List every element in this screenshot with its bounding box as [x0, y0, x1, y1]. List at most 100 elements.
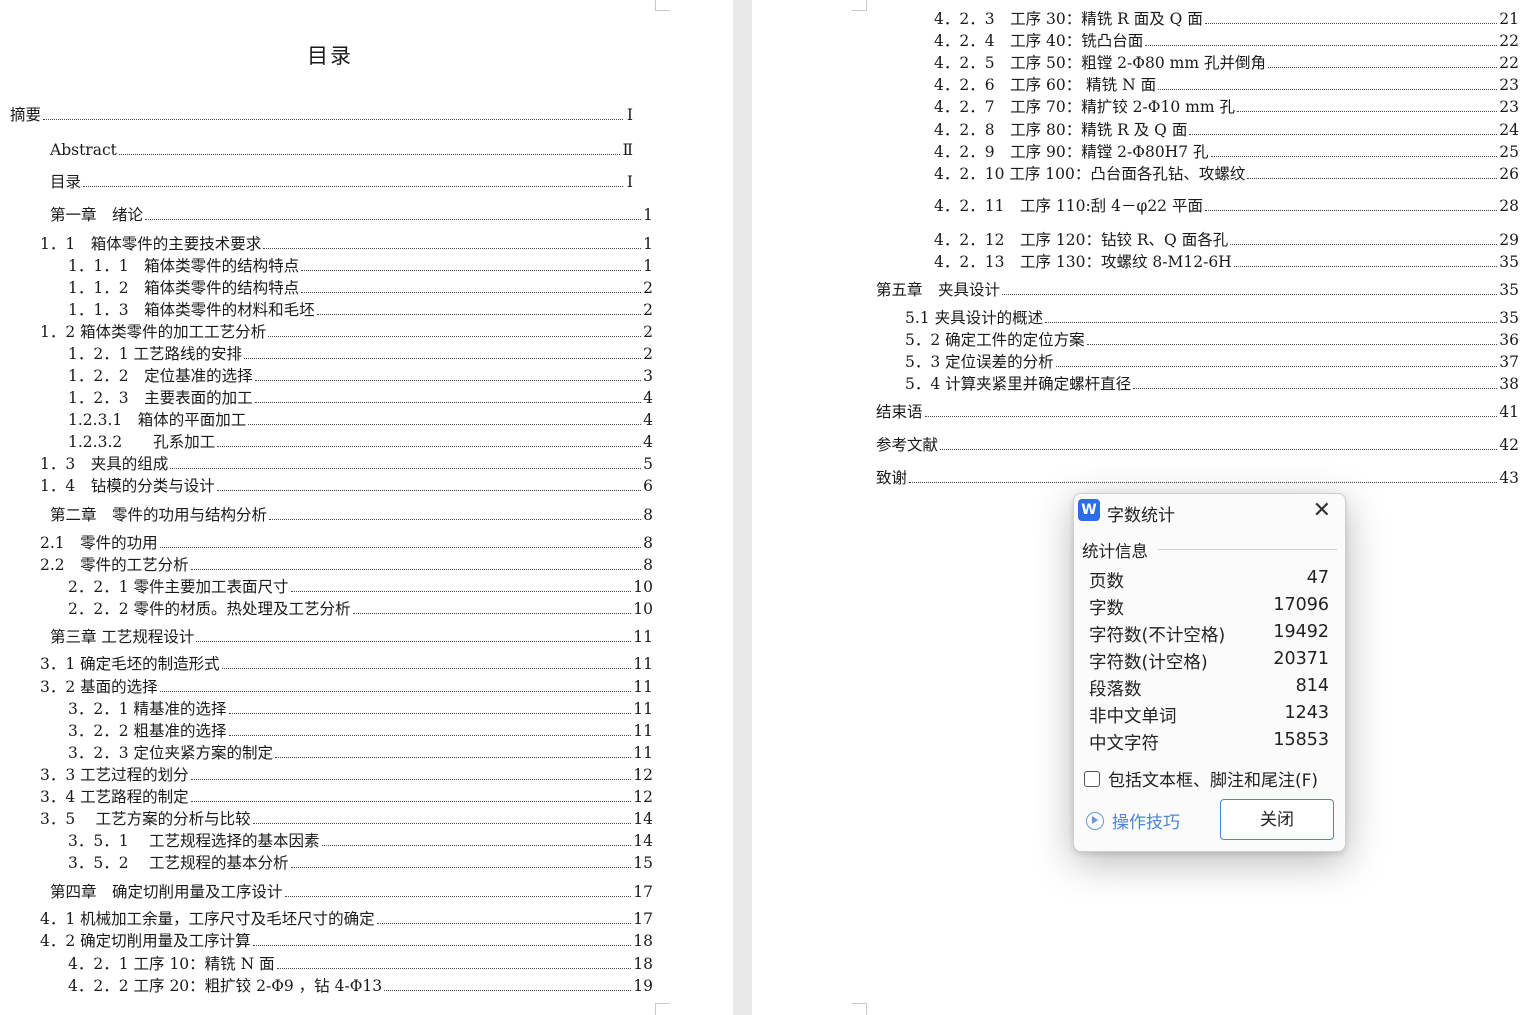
toc-dot-leader — [1145, 45, 1498, 46]
toc-page-number: 25 — [1499, 143, 1519, 161]
toc-entry[interactable]: 3．5．1 工艺规程选择的基本因素 14 — [68, 831, 653, 851]
toc-dot-leader — [1133, 388, 1498, 389]
toc-dot-leader — [301, 270, 642, 271]
toc-dot-leader — [376, 923, 632, 924]
toc-entry-text: 4．2．7 工序 70：精扩铰 2-Φ10 mm 孔 — [934, 98, 1235, 116]
toc-entry[interactable]: 4．2．5 工序 50：粗镗 2-Φ80 mm 孔并倒角 22 — [934, 53, 1519, 73]
checkbox-label: 包括文本框、脚注和尾注(F) — [1108, 771, 1319, 791]
toc-entry[interactable]: 4．2．9 工序 90：精镗 2-Φ80H7 孔 25 — [934, 142, 1519, 162]
toc-entry[interactable]: 1．4 钻模的分类与设计 6 — [40, 476, 653, 496]
toc-entry-text: 3．5．1 工艺规程选择的基本因素 — [68, 832, 320, 850]
toc-entry[interactable]: 1．2．1 工艺路线的安排 2 — [68, 344, 653, 364]
toc-entry[interactable]: 3．2．2 粗基准的选择 11 — [68, 721, 653, 741]
page-corner-mark — [655, 0, 670, 11]
toc-entry[interactable]: 5．3 定位误差的分析 37 — [905, 352, 1519, 372]
toc-page-number: 8 — [643, 534, 653, 552]
toc-entry[interactable]: 3．5 工艺方案的分析与比较 14 — [40, 809, 653, 829]
toc-entry[interactable]: 4．2．11 工序 110:刮 4－φ22 平面 28 — [934, 196, 1519, 216]
toc-entry[interactable]: 1．1．3 箱体类零件的材料和毛坯 2 — [68, 300, 653, 320]
toc-entry[interactable]: 1．1．1 箱体类零件的结构特点 1 — [68, 256, 653, 276]
toc-entry[interactable]: 4．2．13 工序 130：攻螺纹 8-M12-6H 35 — [934, 252, 1519, 272]
toc-entry[interactable]: 5．4 计算夹紧里并确定螺杆直径 38 — [905, 374, 1519, 394]
toc-dot-leader — [269, 519, 642, 520]
toc-entry[interactable]: 4．2．1 工序 10：精铣 N 面 18 — [68, 954, 653, 974]
toc-entry[interactable]: 目录 Ⅰ — [50, 172, 633, 192]
toc-entry[interactable]: 4．2．12 工序 120：钻铰 R、Q 面各孔 29 — [934, 230, 1519, 250]
toc-page-number: 11 — [633, 628, 653, 646]
toc-entry[interactable]: 2.1 零件的功用 8 — [40, 533, 653, 553]
toc-entry[interactable]: 第二章 零件的功用与结构分析 8 — [50, 505, 653, 525]
toc-entry[interactable]: 第三章 工艺规程设计 11 — [50, 627, 653, 647]
toc-page-number: 1 — [643, 235, 653, 253]
toc-entry-text: 第一章 绪论 — [50, 206, 144, 224]
toc-entry[interactable]: 4．2．7 工序 70：精扩铰 2-Φ10 mm 孔 23 — [934, 97, 1519, 117]
toc-entry[interactable]: 2．2．2 零件的材质。热处理及工艺分析 10 — [68, 599, 653, 619]
toc-entry[interactable]: 摘要 Ⅰ — [10, 105, 633, 125]
toc-dot-leader — [1233, 266, 1498, 267]
toc-entry[interactable]: 第五章 夹具设计 35 — [876, 280, 1519, 300]
toc-entry-text: 1．2．3 主要表面的加工 — [68, 389, 253, 407]
toc-entry[interactable]: 参考文献 42 — [876, 435, 1519, 455]
toc-entry[interactable]: 3．2．1 精基准的选择 11 — [68, 699, 653, 719]
toc-page-number: 11 — [633, 700, 653, 718]
toc-entry[interactable]: 3．4 工艺路程的制定 12 — [40, 787, 653, 807]
toc-entry[interactable]: 5．2 确定工件的定位方案 36 — [905, 330, 1519, 350]
toc-entry-text: 4．2．9 工序 90：精镗 2-Φ80H7 孔 — [934, 143, 1209, 161]
toc-entry[interactable]: 第一章 绪论 1 — [50, 205, 653, 225]
dialog-title: 字数统计 — [1107, 506, 1175, 526]
toc-dot-leader — [384, 990, 632, 991]
include-checkbox[interactable] — [1084, 770, 1100, 787]
toc-entry[interactable]: 1．2．3 主要表面的加工 4 — [68, 388, 653, 408]
toc-entry[interactable]: 3．5．2 工艺规程的基本分析 15 — [68, 853, 653, 873]
toc-entry[interactable]: Abstract Ⅱ — [50, 140, 633, 160]
toc-dot-leader — [1045, 322, 1498, 323]
toc-entry[interactable]: 4．2．8 工序 80：精铣 R 及 Q 面 24 — [934, 120, 1519, 140]
toc-entry[interactable]: 1．1．2 箱体类零件的结构特点 2 — [68, 278, 653, 298]
toc-entry[interactable]: 4．2．2 工序 20：粗扩铰 2-Φ9 ，钻 4-Φ13 19 — [68, 976, 653, 996]
stat-value: 17096 — [1273, 595, 1329, 615]
toc-entry[interactable]: 1．2 箱体类零件的加工工艺分析 2 — [40, 322, 653, 342]
toc-entry[interactable]: 3．3 工艺过程的划分 12 — [40, 765, 653, 785]
toc-dot-leader — [248, 424, 642, 425]
stat-value: 15853 — [1273, 730, 1329, 750]
toc-page-number: 35 — [1499, 253, 1519, 271]
toc-entry[interactable]: 结束语 41 — [876, 402, 1519, 422]
toc-entry[interactable]: 4．2．4 工序 40：铣凸台面 22 — [934, 31, 1519, 51]
dialog-titlebar[interactable]: W 字数统计 ✕ — [1074, 494, 1345, 530]
toc-page-number: 4 — [643, 389, 653, 407]
toc-dot-leader — [924, 416, 1498, 417]
stat-value: 47 — [1306, 568, 1329, 588]
close-button[interactable]: 关闭 — [1220, 799, 1334, 840]
tips-link[interactable]: 操作技巧 — [1086, 808, 1180, 833]
toc-entry-text: 3．2．2 粗基准的选择 — [68, 722, 227, 740]
toc-entry[interactable]: 1．1 箱体零件的主要技术要求 1 — [40, 234, 653, 254]
toc-entry[interactable]: 2．2．1 零件主要加工表面尺寸 10 — [68, 577, 653, 597]
toc-entry[interactable]: 3．2 基面的选择 11 — [40, 677, 653, 697]
document-page-left: 目录 摘要 Ⅰ Abstract Ⅱ 目录 Ⅰ 第一章 绪论 1 1．1 箱体零件的主要技术要求… — [0, 0, 733, 1015]
toc-entry[interactable]: 1.2.3.1 箱体的平面加工 4 — [68, 410, 653, 430]
toc-entry[interactable]: 4．2．6 工序 60： 精铣 N 面 23 — [934, 75, 1519, 95]
toc-entry[interactable]: 5.1 夹具设计的概述 35 — [905, 308, 1519, 328]
include-textbox-footnote-option[interactable]: 包括文本框、脚注和尾注(F) — [1084, 766, 1318, 791]
toc-entry[interactable]: 2.2 零件的工艺分析 8 — [40, 555, 653, 575]
toc-page-number: 3 — [643, 367, 653, 385]
toc-entry[interactable]: 4．2．3 工序 30：精铣 R 面及 Q 面 21 — [934, 9, 1519, 29]
toc-dot-leader — [321, 845, 632, 846]
toc-page-number: 2 — [643, 279, 653, 297]
toc-page-number: 17 — [633, 883, 653, 901]
toc-entry[interactable]: 第四章 确定切削用量及工序设计 17 — [50, 882, 653, 902]
close-icon[interactable]: ✕ — [1313, 498, 1331, 524]
toc-entry[interactable]: 3．1 确定毛坯的制造形式 11 — [40, 654, 653, 674]
toc-entry[interactable]: 4．2．10 工序 100：凸台面各孔钻、攻螺纹 26 — [934, 164, 1519, 184]
toc-entry[interactable]: 1．2．2 定位基准的选择 3 — [68, 366, 653, 386]
toc-dot-leader — [196, 641, 632, 642]
toc-entry[interactable]: 致谢 43 — [876, 468, 1519, 488]
toc-entry[interactable]: 4．1 机械加工余量，工序尺寸及毛坯尺寸的确定 17 — [40, 909, 653, 929]
toc-entry[interactable]: 4．2 确定切削用量及工序计算 18 — [40, 931, 653, 951]
stat-label: 非中文单词 — [1089, 707, 1177, 727]
toc-entry[interactable]: 1．3 夹具的组成 5 — [40, 454, 653, 474]
toc-entry[interactable]: 3．2．3 定位夹紧方案的制定 11 — [68, 743, 653, 763]
toc-entry[interactable]: 1.2.3.2 孔系加工 4 — [68, 432, 653, 452]
toc-dot-leader — [159, 547, 642, 548]
section-divider — [1158, 549, 1337, 550]
